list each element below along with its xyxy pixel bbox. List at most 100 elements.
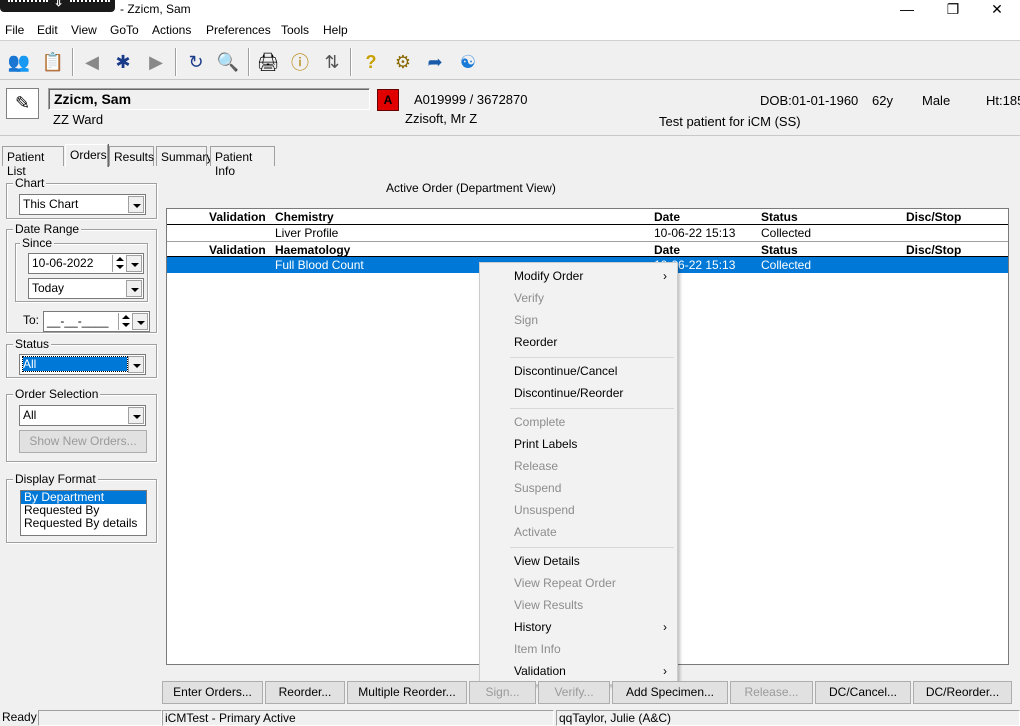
since-preset-select[interactable]: Today — [28, 278, 144, 299]
chevron-down-icon[interactable] — [128, 356, 144, 373]
list-item[interactable]: Requested By details — [21, 517, 146, 530]
edit-patient-icon[interactable]: ✎ — [6, 88, 39, 119]
menu-item-modify-order[interactable]: Modify Order — [514, 269, 583, 283]
status-select[interactable]: All — [19, 354, 146, 375]
show-new-orders-button[interactable]: Show New Orders... — [19, 430, 147, 453]
menu-item-activate[interactable]: Activate — [514, 525, 557, 539]
patient-select-icon[interactable]: 👥 — [6, 49, 32, 75]
search-icon[interactable]: 🔍 — [215, 49, 241, 75]
menu-actions[interactable]: Actions — [152, 23, 191, 37]
chevron-down-icon[interactable] — [128, 407, 144, 424]
menu-goto[interactable]: GoTo — [110, 23, 139, 37]
patient-note: Test patient for iCM (SS) — [659, 114, 801, 129]
menu-item-discontinue-cancel[interactable]: Discontinue/Cancel — [514, 364, 617, 378]
to-date-picker[interactable]: __-__-____ — [43, 311, 150, 332]
tab-results[interactable]: Results — [109, 146, 154, 166]
menu-item-unsuspend[interactable]: Unsuspend — [514, 503, 575, 517]
remote-session-grip[interactable]: ⇩ — [0, 0, 115, 12]
toolbar: 👥 📋 ◀ ✱ ▶ ↻ 🔍 🖨 ⓘ ⇅ ? ⚙ ➦ ☯ — [0, 42, 1020, 80]
tab-patient-list[interactable]: Patient List — [2, 146, 64, 178]
tab-patient-info[interactable]: Patient Info — [210, 146, 275, 178]
multiple-reorder-button[interactable]: Multiple Reorder... — [347, 681, 467, 704]
printer-icon[interactable]: 🖨 — [255, 49, 281, 75]
spinner-icon[interactable] — [112, 255, 126, 272]
settings-icon[interactable]: ⚙ — [390, 49, 416, 75]
menu-view[interactable]: View — [71, 23, 97, 37]
menu-item-print-labels[interactable]: Print Labels — [514, 437, 577, 451]
enter-orders-button[interactable]: Enter Orders... — [162, 681, 263, 704]
menu-item-view-repeat-order[interactable]: View Repeat Order — [514, 576, 616, 590]
patient-list-icon[interactable]: 📋 — [40, 49, 66, 75]
table-header: Validation Chemistry Date Status Disc/St… — [167, 209, 1008, 225]
order-selection-group: Order Selection All Show New Orders... — [6, 387, 157, 462]
add-specimen-button[interactable]: Add Specimen... — [612, 681, 728, 704]
patient-height: Ht:185 — [986, 93, 1020, 108]
browser-icon[interactable]: ☯ — [455, 49, 481, 75]
spinner-icon[interactable] — [118, 313, 132, 330]
menu-edit[interactable]: Edit — [37, 23, 58, 37]
since-group: Since 10-06-2022 Today — [15, 236, 148, 302]
verify-button[interactable]: Verify... — [538, 681, 610, 704]
menu-item-verify[interactable]: Verify — [514, 291, 544, 305]
restore-icon[interactable]: ❐ — [930, 0, 976, 20]
exit-icon[interactable]: ➦ — [422, 49, 448, 75]
menu-file[interactable]: File — [5, 23, 24, 37]
dc-reorder-button[interactable]: DC/Reorder... — [913, 681, 1012, 704]
display-format-list[interactable]: By Department Requested By Requested By … — [20, 490, 147, 536]
order-selection-label: Order Selection — [13, 387, 101, 401]
chevron-right-icon: › — [663, 269, 667, 283]
menu-item-view-results[interactable]: View Results — [514, 598, 583, 612]
menu-item-validation[interactable]: Validation — [514, 664, 566, 678]
patient-name: Zzicm, Sam — [48, 88, 370, 110]
alert-badge[interactable]: A — [377, 89, 399, 111]
chevron-down-icon[interactable] — [132, 313, 148, 330]
status-label: Status — [13, 337, 52, 351]
menu-item-history[interactable]: History — [514, 620, 551, 634]
table-row[interactable]: Liver Profile 10-06-22 15:13 Collected — [167, 225, 1008, 241]
menu-item-suspend[interactable]: Suspend — [514, 481, 561, 495]
menu-item-release[interactable]: Release — [514, 459, 558, 473]
since-date-picker[interactable]: 10-06-2022 — [28, 253, 144, 274]
since-label: Since — [20, 236, 55, 250]
chart-select[interactable]: This Chart — [19, 194, 146, 215]
menu-item-view-details[interactable]: View Details — [514, 554, 580, 568]
people-icon[interactable]: ✱ — [110, 49, 136, 75]
order-selection-select[interactable]: All — [19, 405, 146, 426]
back-arrow-icon[interactable]: ◀ — [79, 49, 105, 75]
menu-item-discontinue-reorder[interactable]: Discontinue/Reorder — [514, 386, 623, 400]
patient-banner: ✎ Zzicm, Sam ZZ Ward A A019999 / 3672870… — [0, 81, 1020, 136]
patient-sex: Male — [922, 93, 951, 108]
minimize-icon[interactable]: — — [884, 0, 930, 20]
sign-button[interactable]: Sign... — [469, 681, 536, 704]
menu-separator — [510, 408, 674, 409]
patient-doctor: Zzisoft, Mr Z — [405, 111, 478, 126]
menu-item-reorder[interactable]: Reorder — [514, 335, 557, 349]
menu-item-item-info[interactable]: Item Info — [514, 642, 561, 656]
menu-preferences[interactable]: Preferences — [206, 23, 271, 37]
release-button[interactable]: Release... — [730, 681, 813, 704]
refresh-icon[interactable]: ↻ — [183, 49, 209, 75]
help-icon[interactable]: ? — [358, 49, 384, 75]
dc-cancel-button[interactable]: DC/Cancel... — [815, 681, 911, 704]
tab-summary[interactable]: Summary — [156, 146, 212, 166]
display-format-label: Display Format — [13, 472, 98, 486]
menu-item-complete[interactable]: Complete — [514, 415, 565, 429]
reorder-button[interactable]: Reorder... — [265, 681, 345, 704]
menu-tools[interactable]: Tools — [281, 23, 309, 37]
context-menu: Modify Order › Verify Sign Reorder Disco… — [479, 262, 678, 685]
chevron-down-icon[interactable] — [126, 280, 142, 297]
forward-arrow-icon[interactable]: ▶ — [143, 49, 169, 75]
chevron-down-icon[interactable] — [128, 196, 144, 213]
tab-strip: Patient List Orders Results Summary Pati… — [0, 144, 1020, 178]
menu-help[interactable]: Help — [323, 23, 348, 37]
info-icon[interactable]: ⓘ — [287, 49, 313, 75]
sort-icon[interactable]: ⇅ — [319, 49, 345, 75]
menu-item-sign[interactable]: Sign — [514, 313, 538, 327]
window-title: - Zzicm, Sam — [120, 2, 191, 16]
close-icon[interactable]: ✕ — [974, 0, 1020, 20]
tab-orders[interactable]: Orders — [65, 144, 108, 167]
status-user: qqTaylor, Julie (A&C) — [556, 710, 1020, 726]
title-bar: ⇩ - Zzicm, Sam — ❐ ✕ — [0, 0, 1020, 20]
chevron-down-icon[interactable] — [126, 255, 142, 272]
patient-age: 62y — [872, 93, 893, 108]
